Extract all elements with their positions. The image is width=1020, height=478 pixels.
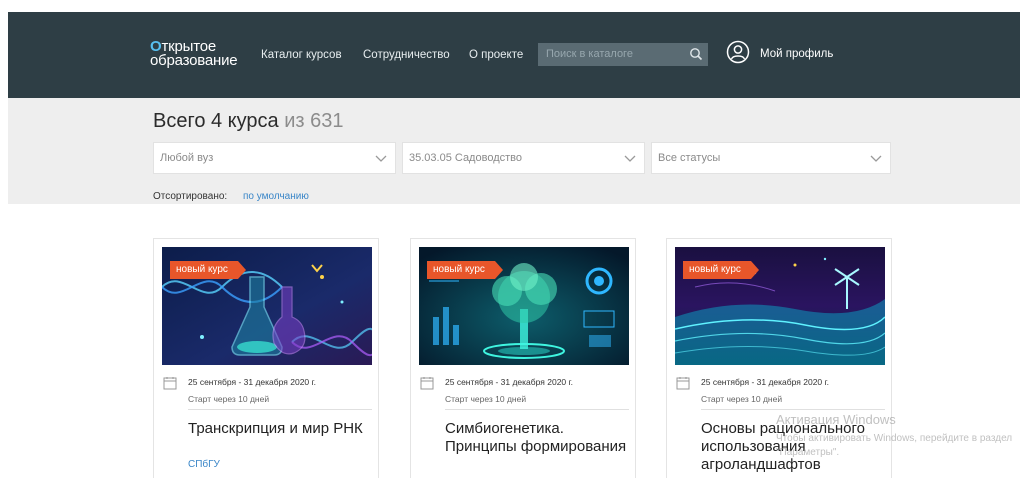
- chevron-down-icon: [870, 155, 882, 162]
- nav-cooperation-link[interactable]: Сотрудничество: [363, 49, 450, 61]
- course-card[interactable]: новый курс 25 сентября - 31 декабря 2020…: [153, 238, 379, 478]
- direction-select-value: 35.03.05 Садоводство: [409, 152, 522, 164]
- profile-link[interactable]: Мой профиль: [760, 48, 833, 60]
- new-course-badge: новый курс: [427, 261, 503, 279]
- course-dates: 25 сентября - 31 декабря 2020 г.: [701, 377, 829, 387]
- divider: [445, 409, 629, 410]
- sort-option-link[interactable]: по умолчанию: [243, 191, 309, 202]
- university-select-value: Любой вуз: [160, 152, 214, 164]
- results-total: из 631: [284, 110, 344, 132]
- windows-activation-title: Активация Windows: [776, 412, 896, 427]
- course-start-info: Старт через 10 дней: [701, 394, 783, 404]
- results-count-title: Всего 4 курса из 631: [153, 110, 344, 133]
- calendar-icon: [163, 377, 177, 390]
- search-icon[interactable]: [689, 47, 703, 61]
- new-course-badge: новый курс: [683, 261, 759, 279]
- sort-label: Отсортировано:: [153, 191, 228, 202]
- course-title[interactable]: Транскрипция и мир РНК: [188, 420, 374, 438]
- results-count: Всего 4 курса: [153, 110, 279, 132]
- new-course-badge: новый курс: [170, 261, 246, 279]
- calendar-icon: [676, 377, 690, 390]
- filter-panel: Всего 4 курса из 631 Любой вуз 35.03.05 …: [8, 98, 1020, 204]
- calendar-icon: [420, 377, 434, 390]
- windows-activation-text: Чтобы активировать Windows, перейдите в …: [776, 433, 1013, 458]
- course-dates: 25 сентября - 31 декабря 2020 г.: [445, 377, 573, 387]
- site-logo[interactable]: Открытое образование: [150, 39, 238, 69]
- university-select[interactable]: Любой вуз: [153, 142, 396, 174]
- course-start-info: Старт через 10 дней: [188, 394, 270, 404]
- divider: [701, 409, 885, 410]
- search-placeholder: Поиск в каталоге: [546, 48, 633, 60]
- course-card[interactable]: новый курс 25 сентября - 31 декабря 2020…: [410, 238, 636, 478]
- nav-about-link[interactable]: О проекте: [469, 49, 523, 61]
- chevron-down-icon: [624, 155, 636, 162]
- course-image[interactable]: новый курс: [162, 247, 372, 365]
- logo-line2: образование: [150, 52, 238, 69]
- course-university-link[interactable]: СПбГУ: [188, 459, 220, 470]
- status-select-value: Все статусы: [658, 152, 721, 164]
- nav-catalog-link[interactable]: Каталог курсов: [261, 49, 342, 61]
- divider: [188, 409, 372, 410]
- user-avatar-icon[interactable]: [726, 40, 750, 64]
- course-image[interactable]: новый курс: [675, 247, 885, 365]
- course-dates: 25 сентября - 31 декабря 2020 г.: [188, 377, 316, 387]
- chevron-down-icon: [375, 155, 387, 162]
- course-title[interactable]: Симбиогенетика. Принципы формирования: [445, 420, 631, 456]
- course-start-info: Старт через 10 дней: [445, 394, 527, 404]
- search-input[interactable]: Поиск в каталоге: [538, 43, 708, 66]
- status-select[interactable]: Все статусы: [651, 142, 891, 174]
- site-header: Открытое образование Каталог курсов Сотр…: [8, 12, 1020, 98]
- direction-select[interactable]: 35.03.05 Садоводство: [402, 142, 645, 174]
- course-image[interactable]: новый курс: [419, 247, 629, 365]
